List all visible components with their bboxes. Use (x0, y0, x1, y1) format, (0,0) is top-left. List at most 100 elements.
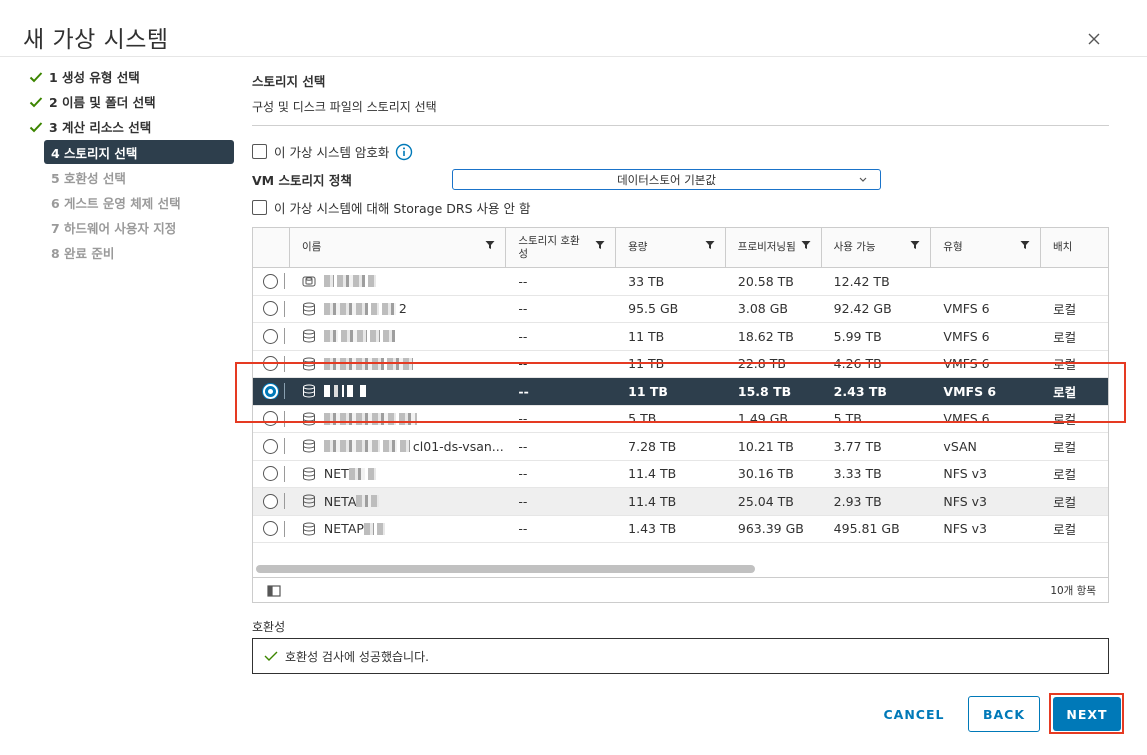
compat-cell: -- (518, 521, 528, 537)
back-button[interactable]: BACK (968, 696, 1040, 732)
cell-separator (284, 355, 285, 372)
column-header[interactable]: 이름 (290, 228, 507, 267)
row-radio[interactable] (263, 411, 278, 427)
name-cell[interactable] (290, 384, 506, 398)
table-row[interactable]: NETAP -- 1.43 TB 963.39 GB 495.81 GB NFS v3 로컬 (253, 516, 1108, 543)
column-header[interactable]: 사용 가능 (822, 228, 932, 267)
provisioned-cell: 3.08 GB (737, 301, 788, 317)
close-icon[interactable] (1084, 29, 1104, 49)
row-radio[interactable] (263, 521, 278, 537)
filter-icon[interactable] (705, 240, 715, 250)
encrypt-checkbox[interactable] (252, 144, 267, 159)
filter-icon[interactable] (485, 240, 495, 250)
row-select-cell (253, 383, 290, 400)
wizard-step[interactable]: 7 하드웨어 사용자 지정 (26, 215, 236, 240)
table-row[interactable]: 2 -- 95.5 GB 3.08 GB 92.42 GB VMFS 6 로컬 (253, 296, 1108, 323)
wizard-step[interactable]: 1 생성 유형 선택 (26, 64, 236, 89)
wizard-step[interactable]: 8 완료 준비 (26, 240, 236, 265)
table-row[interactable]: NETA -- 11.4 TB 25.04 TB 2.93 TB NFS v3 로컬 (253, 488, 1108, 516)
column-header[interactable]: 프로비저닝됨 (726, 228, 822, 267)
row-radio[interactable] (263, 301, 278, 317)
free-cell: 3.77 TB (833, 438, 882, 454)
policy-row: VM 스토리지 정책 데이터스토어 기본값 (252, 169, 1109, 190)
row-select-cell (253, 493, 290, 510)
wizard-step[interactable]: 4 스토리지 선택 (44, 140, 234, 164)
compat-box: 호환성 검사에 성공했습니다. (252, 638, 1109, 674)
wizard-step[interactable]: 2 이름 및 폴더 선택 (26, 89, 236, 114)
name-cell[interactable]: NETAP (290, 521, 506, 536)
table-row[interactable]: cl01-ds-vsan... -- 7.28 TB 10.21 TB 3.77 TB v… (253, 433, 1108, 461)
column-header[interactable]: 스토리지 호환성 (506, 228, 617, 267)
column-toggle-icon[interactable] (267, 584, 281, 597)
row-radio[interactable] (263, 438, 278, 454)
datastore-icon (302, 412, 316, 426)
drs-checkbox[interactable] (252, 200, 267, 215)
column-header-label: 이름 (301, 241, 322, 253)
wizard-step-label: 3 계산 리소스 선택 (49, 120, 152, 135)
check-icon (29, 95, 45, 109)
policy-select[interactable]: 데이터스토어 기본값 (452, 169, 881, 190)
table-row[interactable]: NET -- 11.4 TB 30.16 TB 3.33 TB NFS v3 로컬 (253, 461, 1108, 488)
row-select-cell (253, 438, 290, 455)
name-cell[interactable]: cl01-ds-vsan... (290, 439, 506, 454)
next-button[interactable]: NEXT (1053, 697, 1121, 731)
table-row[interactable]: -- 5 TB 1.49 GB 5 TB VMFS 6 로컬 (253, 406, 1108, 433)
row-radio[interactable] (263, 493, 278, 509)
scrollbar-thumb[interactable] (256, 565, 755, 573)
column-header-label: 프로비저닝됨 (737, 241, 796, 253)
compat-label: 호환성 (252, 620, 286, 634)
row-radio[interactable] (263, 273, 278, 289)
policy-value: 데이터스토어 기본값 (617, 172, 716, 187)
table-row[interactable]: -- 11 TB 18.62 TB 5.99 TB VMFS 6 로컬 (253, 323, 1108, 351)
placement-cell: 로컬 (1053, 494, 1077, 510)
row-radio[interactable] (263, 466, 278, 482)
cancel-button[interactable]: CANCEL (872, 696, 956, 732)
type-cell: VMFS 6 (943, 301, 990, 317)
filter-icon[interactable] (1020, 240, 1030, 250)
row-radio[interactable] (263, 328, 278, 344)
name-cell[interactable]: NETA (290, 494, 506, 509)
column-header-label: 배치 (1053, 241, 1073, 253)
placement-cell: 로컬 (1053, 302, 1077, 318)
filter-icon[interactable] (595, 240, 605, 250)
redacted-text (323, 412, 396, 425)
datastore-icon (302, 357, 316, 371)
close-button[interactable] (1084, 29, 1104, 49)
name-cell[interactable] (290, 412, 506, 426)
info-icon[interactable] (395, 143, 413, 161)
column-header[interactable]: 배치 (1041, 228, 1108, 267)
wizard-step[interactable]: 3 계산 리소스 선택 (26, 114, 236, 139)
cell-separator (284, 465, 285, 482)
row-radio[interactable] (263, 383, 278, 399)
table-row[interactable]: -- 11 TB 15.8 TB 2.43 TB VMFS 6 로컬 (253, 378, 1108, 406)
name-cell[interactable] (290, 274, 506, 288)
column-header-label: 스토리지 호환성 (518, 234, 580, 260)
cell-separator (284, 273, 285, 290)
datastore-icon (302, 494, 316, 508)
provisioned-cell: 963.39 GB (737, 521, 804, 537)
wizard-step[interactable]: 5 호환성 선택 (26, 165, 236, 190)
table-row[interactable]: -- 11 TB 22.8 TB 4.26 TB VMFS 6 로컬 (253, 351, 1108, 378)
provisioned-cell: 30.16 TB (737, 466, 794, 482)
header-select-cell (253, 228, 290, 267)
name-cell[interactable]: 2 (290, 301, 506, 316)
cell-separator (284, 438, 285, 455)
horizontal-scrollbar[interactable] (253, 564, 1108, 574)
name-cell[interactable] (290, 357, 506, 371)
filter-icon[interactable] (910, 240, 920, 250)
wizard-step[interactable]: 6 게스트 운영 체제 선택 (26, 190, 236, 215)
section-title: 스토리지 선택 (252, 74, 326, 89)
name-cell[interactable] (290, 329, 506, 343)
name-cell[interactable]: NET (290, 466, 506, 481)
row-radio[interactable] (263, 356, 278, 372)
row-select-cell (253, 355, 290, 372)
filter-icon[interactable] (801, 240, 811, 250)
table-row[interactable]: -- 33 TB 20.58 TB 12.42 TB (253, 268, 1108, 296)
column-header[interactable]: 유형 (931, 228, 1041, 267)
redacted-text (323, 302, 368, 315)
row-select-cell (253, 465, 290, 482)
drs-row: 이 가상 시스템에 대해 Storage DRS 사용 안 함 (252, 198, 1109, 217)
datastore-icon (302, 467, 316, 481)
column-header[interactable]: 용량 (616, 228, 726, 267)
compat-cell: -- (518, 493, 528, 509)
